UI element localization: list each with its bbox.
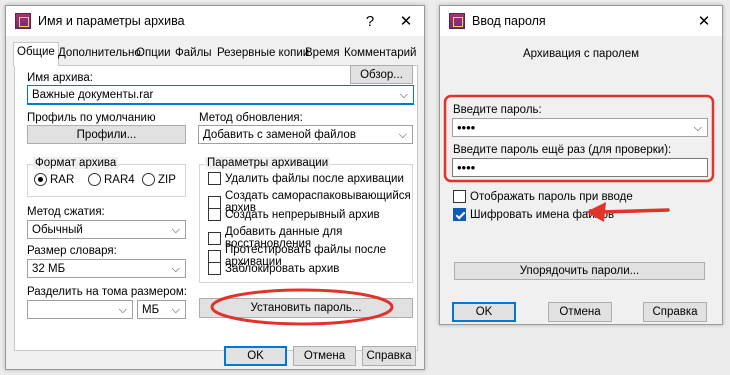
ok-button[interactable]: OK	[452, 302, 516, 322]
archive-dialog-titlebar: Имя и параметры архива ? ✕	[6, 6, 424, 36]
password-dialog-titlebar: Ввод пароля ✕	[440, 6, 722, 36]
tab-backups[interactable]: Резервные копии	[214, 44, 312, 65]
split-unit-select[interactable]: МБ ⌵	[137, 300, 186, 319]
tab-general[interactable]: Общие	[13, 42, 59, 66]
password-dialog: Ввод пароля ✕ Архивация с паролем Введит…	[439, 5, 723, 325]
archive-name-input[interactable]: Важные документы.rar ⌵	[27, 85, 414, 105]
compression-label: Метод сжатия:	[27, 206, 105, 218]
show-password-checkbox[interactable]: Отображать пароль при вводе	[453, 190, 633, 203]
param-checkbox-delete[interactable]: Удалить файлы после архивации	[208, 172, 404, 185]
param-checkbox-lock[interactable]: Заблокировать архив	[208, 262, 339, 275]
compression-select[interactable]: Обычный ⌵	[27, 220, 186, 239]
checkbox-box	[453, 190, 466, 203]
checkbox-box	[208, 172, 221, 185]
password-input[interactable]: •••• ⌵	[452, 118, 708, 137]
browse-button[interactable]: Обзор...	[350, 65, 413, 84]
password-dialog-title: Ввод пароля	[472, 14, 546, 28]
param-checkbox-solid[interactable]: Создать непрерывный архив	[208, 208, 380, 221]
close-icon[interactable]: ✕	[388, 12, 424, 30]
tab-time[interactable]: Время	[302, 44, 343, 65]
encrypt-names-checkbox[interactable]: Шифровать имена файлов	[453, 208, 614, 221]
format-zip-radio[interactable]: ZIP	[142, 173, 176, 186]
chevron-down-icon[interactable]: ⌵	[694, 122, 702, 135]
checkbox-checked	[453, 208, 466, 221]
password-value: ••••	[457, 120, 476, 135]
help-icon[interactable]: ?	[352, 13, 388, 30]
param-label: Заблокировать архив	[225, 262, 340, 275]
archive-dialog: Имя и параметры архива ? ✕ Общие Дополни…	[5, 5, 425, 370]
archive-dialog-title: Имя и параметры архива	[38, 14, 185, 28]
split-size-select[interactable]: ⌵	[27, 300, 133, 319]
chevron-down-icon: ⌵	[118, 303, 127, 316]
param-label: Удалить файлы после архивации	[225, 172, 404, 185]
tab-comment[interactable]: Комментарий	[341, 44, 419, 65]
cancel-button[interactable]: Отмена	[293, 346, 356, 366]
update-method-select[interactable]: Добавить с заменой файлов ⌵	[198, 125, 413, 144]
checkbox-box	[208, 231, 221, 245]
confirm-password-label: Введите пароль ещё раз (для проверки):	[453, 144, 672, 156]
params-group-label: Параметры архивации	[205, 157, 331, 169]
chevron-down-icon: ⌵	[171, 223, 180, 236]
checkbox-box	[208, 249, 221, 263]
chevron-down-icon[interactable]: ⌵	[400, 89, 408, 102]
split-label: Разделить на тома размером:	[27, 286, 187, 298]
confirm-password-value: ••••	[457, 160, 476, 175]
winrar-icon	[15, 13, 31, 29]
set-password-button[interactable]: Установить пароль...	[199, 298, 413, 318]
profile-label: Профиль по умолчанию	[27, 112, 156, 124]
archive-name-label: Имя архива:	[27, 72, 94, 84]
dictionary-label: Размер словаря:	[27, 245, 117, 257]
format-rar4-radio[interactable]: RAR4	[88, 173, 135, 186]
chevron-down-icon: ⌵	[398, 128, 407, 141]
tab-advanced[interactable]: Дополнительно	[55, 44, 144, 65]
checkbox-box	[208, 262, 221, 275]
password-subtitle: Архивация с паролем	[522, 48, 640, 60]
tab-options[interactable]: Опции	[133, 44, 174, 65]
password-label: Введите пароль:	[453, 104, 542, 116]
confirm-password-input[interactable]: ••••	[452, 158, 708, 177]
radio-selected	[34, 173, 47, 186]
help-button[interactable]: Справка	[362, 346, 416, 366]
param-label: Создать непрерывный архив	[225, 208, 380, 221]
chevron-down-icon: ⌵	[171, 303, 180, 316]
ok-button[interactable]: OK	[224, 346, 287, 366]
encrypt-names-label: Шифровать имена файлов	[470, 208, 615, 221]
split-unit-value: МБ	[142, 303, 160, 316]
archive-name-value: Важные документы.rar	[32, 88, 154, 101]
format-rar-radio[interactable]: RAR	[34, 173, 74, 186]
winrar-icon	[449, 13, 465, 29]
cancel-button[interactable]: Отмена	[548, 302, 612, 322]
show-password-label: Отображать пароль при вводе	[470, 190, 633, 203]
compression-value: Обычный	[32, 223, 83, 236]
organize-passwords-button[interactable]: Упорядочить пароли...	[454, 262, 705, 280]
help-button[interactable]: Справка	[643, 302, 707, 322]
format-zip-label: ZIP	[158, 173, 176, 186]
format-group-label: Формат архива	[33, 157, 119, 169]
checkbox-box	[208, 195, 221, 209]
dictionary-value: 32 МБ	[32, 262, 66, 275]
profiles-button[interactable]: Профили...	[27, 125, 186, 144]
checkbox-box	[208, 208, 221, 221]
format-rar-label: RAR	[50, 173, 75, 186]
tab-files[interactable]: Файлы	[172, 44, 215, 65]
radio-unselected	[88, 173, 101, 186]
radio-unselected	[142, 173, 155, 186]
close-icon[interactable]: ✕	[686, 12, 722, 30]
chevron-down-icon: ⌵	[171, 262, 180, 275]
dictionary-select[interactable]: 32 МБ ⌵	[27, 259, 186, 278]
update-method-value: Добавить с заменой файлов	[203, 128, 356, 141]
format-rar4-label: RAR4	[104, 173, 135, 186]
update-method-label: Метод обновления:	[199, 112, 303, 124]
